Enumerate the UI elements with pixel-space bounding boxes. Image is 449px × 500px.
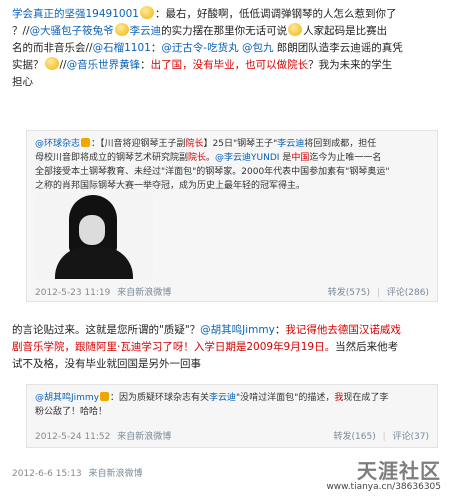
highlighted-text: 中国 <box>291 153 310 163</box>
text-line: 母校川音即将成立的钢琴艺术研究院副院长。@李云迪YUNDI 是中国迄今为止唯一一… <box>35 151 431 165</box>
text-span: 当然后来他考 <box>335 341 399 353</box>
text-span: 实据？ <box>12 59 44 71</box>
quote2-separator: | <box>382 432 386 442</box>
text-span: 全部接受本土钢琴教育、未经过"洋面包"的钢琴家。2000年代表中国参加素有"钢琴… <box>35 167 390 177</box>
verified-v-icon <box>81 138 91 147</box>
text-span: 的实力摆在那里你无话可说 <box>161 25 288 37</box>
post-time[interactable]: 2012-6-6 15:13 <box>12 469 82 479</box>
mention-link[interactable]: 李云迪 <box>209 393 236 403</box>
quoted-weibo-2-text: @胡其鸣Jimmy ：因为质疑环球杂志有关李云迪"没啃过洋面包"的描述，我现在成了… <box>35 391 431 419</box>
mention-link[interactable]: @石榴1101 <box>93 42 151 54</box>
highlighted-text: 剧音乐学院，跟随阿里·瓦迪学习了呀！入学日期是2009年9月19日。 <box>12 341 336 353</box>
text-line: 试不及格，没有毕业就回国是另外一回事 <box>12 356 437 373</box>
quote1-actions: 转发(575) | 评论(286) <box>324 285 429 298</box>
mention-link[interactable]: @音乐世界黄锋 <box>67 59 141 71</box>
highlighted-text: 出了国，没有毕业，也可以做院长 <box>150 59 309 71</box>
highlighted-text: 我记得他去德国汉诺威戏 <box>285 324 401 336</box>
quote2-source[interactable]: 来自新浪微博 <box>117 432 171 442</box>
tianya-watermark: 天涯社区 www.tianya.cn/38636305 <box>326 455 441 492</box>
mention-link[interactable]: @包九 <box>242 42 274 54</box>
quoted-weibo-1: @环球杂志 ：【川音将迎钢琴王子副院长】25日"钢琴王子"李云迪将回到成都，担任母… <box>26 130 438 302</box>
text-span: ： <box>150 42 162 54</box>
text-span: 母校川音即将成立的钢琴艺术研究院副 <box>35 153 189 163</box>
text-line: 学会真正的坚强19491001 ：最右，好酸啊，低低调调弹钢琴的人怎么惹到你了 <box>12 6 437 23</box>
mention-link[interactable]: 学会真正的坚强19491001 <box>12 8 139 20</box>
quote1-time[interactable]: 2012-5-23 11:19 <box>35 288 110 298</box>
quote2-actions: 转发(165) | 评论(37) <box>330 429 429 442</box>
text-line: 担心 <box>12 74 437 91</box>
text-span: 试不及格，没有毕业就回国是另外一回事 <box>12 358 201 370</box>
emoticon-icon <box>114 23 129 36</box>
quoted-weibo-1-text: @环球杂志 ：【川音将迎钢琴王子副院长】25日"钢琴王子"李云迪将回到成都，担任母… <box>35 137 431 193</box>
quote2-meta: 2012-5-24 11:52 来自新浪微博 <box>35 429 171 442</box>
text-line: 名的而非音乐会//@石榴1101：@迂古令-吃货丸 @包九 郎朗团队造李云迪谣的… <box>12 40 437 57</box>
text-span: 名的而非音乐会// <box>12 42 93 54</box>
text-span: ？// <box>12 25 30 37</box>
highlighted-text: 院长 <box>188 153 207 163</box>
text-span: // <box>59 59 67 71</box>
quote1-separator: | <box>376 288 380 298</box>
text-span: "没啃过洋面包"的描述， <box>236 393 335 403</box>
text-span: ？我为未来的学生 <box>308 59 393 71</box>
mention-link[interactable]: @胡其鸣Jimmy <box>35 393 99 403</box>
emoticon-icon <box>44 57 59 70</box>
quote2-time[interactable]: 2012-5-24 11:52 <box>35 432 110 442</box>
text-span: 人家起码是比赛出 <box>303 25 388 37</box>
quoted-weibo-2: @胡其鸣Jimmy ：因为质疑环球杂志有关李云迪"没啃过洋面包"的描述，我现在成了… <box>26 384 438 448</box>
text-span: ： <box>274 324 286 336</box>
post-text-1: 学会真正的坚强19491001 ：最右，好酸啊，低低调调弹钢琴的人怎么惹到你了 ？/… <box>12 6 437 91</box>
watermark-brand: 天涯社区 <box>357 459 441 483</box>
emoticon-icon <box>139 6 154 19</box>
text-line: @环球杂志 ：【川音将迎钢琴王子副院长】25日"钢琴王子"李云迪将回到成都，担任 <box>35 137 431 151</box>
text-span: 之称的肖邦国际钢琴大赛一举夺冠，成为历史上最年轻的冠军得主。 <box>35 181 306 191</box>
mention-link[interactable]: @迂古令-吃货丸 <box>161 42 238 54</box>
quote1-meta: 2012-5-23 11:19 来自新浪微博 <box>35 285 171 298</box>
photo-face <box>79 215 105 245</box>
mention-link[interactable]: @李云迪YUNDI <box>215 153 279 163</box>
highlighted-text: 我 <box>334 393 344 403</box>
photo-body <box>55 247 133 279</box>
text-span: 粉公敌了！哈哈！ <box>35 407 108 417</box>
text-line: 之称的肖邦国际钢琴大赛一举夺冠，成为历史上最年轻的冠军得主。 <box>35 179 431 193</box>
text-span: ：因为质疑环球杂志有关 <box>110 393 210 403</box>
text-line: 实据？ //@音乐世界黄锋：出了国，没有毕业，也可以做院长？我为未来的学生 <box>12 57 437 74</box>
text-span: ：【川音将迎钢琴王子副 <box>91 139 186 149</box>
mention-link[interactable]: 李云迪 <box>130 25 162 37</box>
text-span: 】25日"钢琴王子" <box>203 139 278 149</box>
text-span: 是 <box>279 153 292 163</box>
watermark-url: www.tianya.cn/38636305 <box>326 482 441 492</box>
text-span: 的言论贴过来。这就是您所谓的"质疑"？ <box>12 324 201 336</box>
verified-v-icon <box>100 392 110 401</box>
post-footer-meta: 2012-6-6 15:13 来自新浪微博 <box>12 466 143 479</box>
text-span: 郎朗团队造李云迪谣的真凭 <box>273 42 403 54</box>
post-text-2: 的言论贴过来。这就是您所谓的"质疑"？@胡其鸣Jimmy：我记得他去德国汉诺威戏… <box>12 322 437 373</box>
text-line: 的言论贴过来。这就是您所谓的"质疑"？@胡其鸣Jimmy：我记得他去德国汉诺威戏 <box>12 322 437 339</box>
text-line: @胡其鸣Jimmy ：因为质疑环球杂志有关李云迪"没啃过洋面包"的描述，我现在成了… <box>35 391 431 405</box>
quote1-repost-button[interactable]: 转发(575) <box>328 288 370 298</box>
quote2-comment-button[interactable]: 评论(37) <box>393 432 429 442</box>
quote2-repost-button[interactable]: 转发(165) <box>334 432 376 442</box>
emoticon-icon <box>288 23 303 36</box>
text-span: ： <box>140 59 151 71</box>
text-line: ？//@大骚包子筱兔爷 李云迪的实力摆在那里你无话可说 人家起码是比赛出 <box>12 23 437 40</box>
text-span: 现在成了李 <box>343 393 389 403</box>
artist-photo[interactable] <box>35 193 153 279</box>
quote1-source[interactable]: 来自新浪微博 <box>117 288 171 298</box>
highlighted-text: 院长 <box>185 139 204 149</box>
text-span: 将回到成都，担任 <box>304 139 377 149</box>
text-span: 迄今为止唯一一名 <box>309 153 382 163</box>
mention-link[interactable]: @环球杂志 <box>35 139 80 149</box>
text-span: 。 <box>206 153 216 163</box>
mention-link[interactable]: @胡其鸣Jimmy <box>200 324 275 336</box>
text-line: 全部接受本土钢琴教育、未经过"洋面包"的钢琴家。2000年代表中国参加素有"钢琴… <box>35 165 431 179</box>
quote1-comment-button[interactable]: 评论(286) <box>387 288 429 298</box>
mention-link[interactable]: 李云迪 <box>277 139 304 149</box>
text-span: 担心 <box>12 76 33 88</box>
post-source[interactable]: 来自新浪微博 <box>89 469 143 479</box>
text-line: 粉公敌了！哈哈！ <box>35 405 431 419</box>
text-line: 剧音乐学院，跟随阿里·瓦迪学习了呀！入学日期是2009年9月19日。当然后来他考 <box>12 339 437 356</box>
text-span: ：最右，好酸啊，低低调调弹钢琴的人怎么惹到你了 <box>154 8 397 20</box>
mention-link[interactable]: @大骚包子筱兔爷 <box>30 25 114 37</box>
